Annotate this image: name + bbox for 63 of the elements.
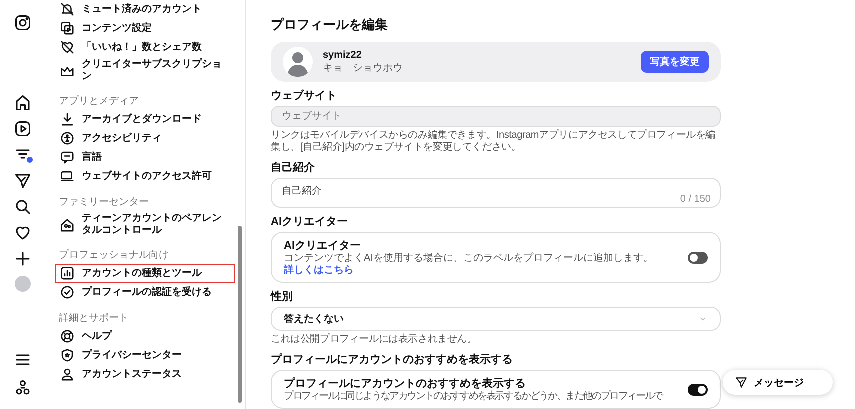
- plus-icon: [14, 250, 32, 268]
- settings-menu-item[interactable]: ティーンアカウントのペアレンタルコントロール: [55, 211, 235, 239]
- setting-description: コンテンツでよくAIを使用する場合に、このラベルをプロフィールに追加します。 詳しくはこちら: [284, 253, 654, 277]
- section-heading: 詳細とサポート: [59, 312, 130, 325]
- settings-menu-item[interactable]: コンテンツ設定: [55, 19, 235, 38]
- settings-menu-item[interactable]: プロフィールの認証を受ける: [55, 283, 235, 302]
- setting-title: プロフィールにアカウントのおすすめを表示する: [284, 376, 527, 390]
- settings-menu-item[interactable]: ヘルプ: [55, 327, 235, 346]
- crossed-heart-icon: [60, 40, 75, 55]
- full-name: キョ ショウホウ: [323, 62, 404, 74]
- avatar-silhouette: [283, 47, 313, 77]
- settings-menu-item[interactable]: プライバシーセンター: [55, 346, 235, 365]
- send-icon: [14, 172, 32, 190]
- help-text: リンクはモバイルデバイスからのみ編集できます。Instagramアプリにアクセスしてプロフィールを編集し、[自己紹介]内のウェブサイトを変更してください。: [271, 130, 716, 154]
- person-icon: [60, 367, 75, 382]
- nodes-icon: [14, 379, 32, 397]
- character-counter: 0 / 150: [680, 194, 711, 205]
- field-label: ウェブサイト: [271, 88, 338, 103]
- monitor-icon: [60, 169, 75, 184]
- bar-chart-icon: [60, 266, 75, 281]
- setting-description: プロフィールに同じようなアカウントのおすすめを表示するかどうか、また他のプロフィールで: [284, 391, 664, 403]
- lifebuoy-icon: [60, 329, 75, 344]
- settings-menu-item[interactable]: クリエイターサブスクリプション: [55, 57, 235, 85]
- section-heading: プロフィールにアカウントのおすすめを表示する: [271, 352, 514, 367]
- change-photo-button[interactable]: 写真を変更: [641, 51, 709, 73]
- scrollbar[interactable]: [238, 226, 242, 403]
- settings-menu-item[interactable]: ウェブサイトのアクセス許可: [55, 167, 235, 186]
- toggle-switch[interactable]: [688, 384, 708, 396]
- section-heading: アプリとメディア: [59, 94, 140, 108]
- settings-menu-item[interactable]: アカウントステータス: [55, 365, 235, 384]
- learn-more-link[interactable]: 詳しくはこちら: [284, 265, 354, 276]
- home-icon: [14, 94, 32, 112]
- verified-badge-icon: [60, 285, 75, 300]
- settings-menu-item[interactable]: アーカイブとダウンロード: [55, 110, 235, 129]
- section-heading: プロフェッショナル向け: [59, 248, 170, 262]
- speech-bubble-icon: [60, 150, 75, 165]
- username: symiz22: [323, 50, 363, 60]
- settings-menu-item[interactable]: 「いいね！」数とシェア数: [55, 38, 235, 57]
- accessibility-icon: [60, 131, 75, 146]
- shield-icon: [60, 348, 75, 363]
- section-heading: ファミリーセンター: [59, 196, 150, 209]
- gender-dropdown[interactable]: 答えたくない: [271, 307, 721, 331]
- search-icon: [14, 198, 32, 216]
- settings-menu-item[interactable]: アカウントの種類とツール: [55, 264, 235, 283]
- message-button[interactable]: メッセージ: [723, 370, 833, 395]
- toggle-switch[interactable]: [688, 252, 708, 264]
- house-people-icon: [60, 218, 75, 232]
- media-icon: [60, 21, 75, 36]
- send-icon: [735, 376, 748, 389]
- field-label: 自己紹介: [271, 160, 316, 175]
- setting-title: AIクリエイター: [284, 239, 362, 253]
- help-text: これは公開プロフィールには表示されません。: [271, 334, 478, 346]
- muted-bell-icon: [60, 2, 75, 17]
- instagram-icon: [14, 14, 32, 32]
- section-heading: AIクリエイター: [271, 215, 349, 229]
- page-title: プロフィールを編集: [271, 16, 389, 34]
- heart-icon: [14, 224, 32, 242]
- field-label: 性別: [271, 290, 294, 304]
- download-icon: [60, 112, 75, 127]
- play-icon: [14, 120, 32, 138]
- settings-menu-item[interactable]: ミュート済みのアカウント: [55, 0, 235, 19]
- settings-menu-item[interactable]: アクセシビリティ: [55, 129, 235, 148]
- settings-menu-item[interactable]: 言語: [55, 148, 235, 167]
